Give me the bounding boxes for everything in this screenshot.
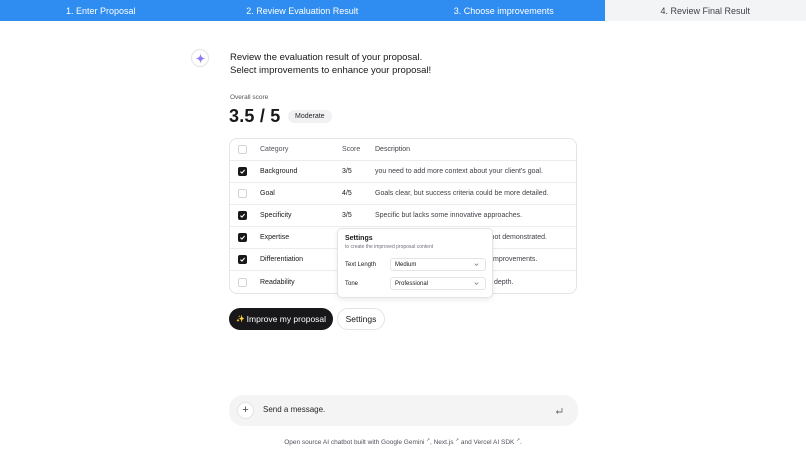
settings-title: Settings <box>345 235 373 242</box>
table-row[interactable]: Goal 4/5 Goals clear, but success criter… <box>230 183 576 205</box>
tone-label: Tone <box>345 281 359 287</box>
check-icon <box>240 235 246 240</box>
row-description: you need to add more context about your … <box>375 168 543 175</box>
select-all-checkbox[interactable] <box>238 145 247 154</box>
step-label: 3. Choose improvements <box>453 5 554 16</box>
row-category: Goal <box>260 190 275 197</box>
row-category: Background <box>260 168 298 175</box>
header-score: Score <box>342 146 361 153</box>
row-checkbox[interactable] <box>238 211 247 220</box>
header-category: Category <box>260 146 289 153</box>
footer-link-nextjs[interactable]: , Next.js <box>430 439 453 446</box>
improve-proposal-label: Improve my proposal <box>246 314 327 324</box>
footer-credits: Open source AI chatbot built with Google… <box>0 437 806 446</box>
tone-value: Professional <box>395 280 429 287</box>
footer-period: . <box>519 439 522 447</box>
table-row[interactable]: Background 3/5 you need to add more cont… <box>230 161 576 183</box>
intro-line-1: Review the evaluation result of your pro… <box>230 52 423 63</box>
intro-line-2: Select improvements to enhance your prop… <box>230 65 432 76</box>
sparkle-icon <box>194 52 206 64</box>
chevron-down-icon <box>474 263 479 266</box>
message-composer[interactable]: + Send a message. <box>229 395 578 426</box>
row-score: 3/5 <box>342 168 352 175</box>
message-input[interactable]: Send a message. <box>263 405 325 414</box>
step-enter-proposal[interactable]: 1. Enter Proposal <box>0 0 202 21</box>
row-category: Expertise <box>260 234 290 241</box>
row-category: Differentiation <box>260 256 304 263</box>
row-description: depth. <box>494 278 514 286</box>
row-checkbox[interactable] <box>238 233 247 242</box>
overall-score-label: Overall score <box>230 94 269 101</box>
row-description: Specific but lacks some innovative appro… <box>375 212 523 219</box>
table-row[interactable]: Specificity 3/5 Specific but lacks some … <box>230 205 576 227</box>
assistant-message: Review the evaluation result of your pro… <box>230 51 431 77</box>
chevron-down-icon <box>474 282 479 285</box>
footer-link-vercel[interactable]: and Vercel AI SDK <box>459 439 515 446</box>
check-icon <box>240 257 246 262</box>
step-review-evaluation[interactable]: 2. Review Evaluation Result <box>201 0 403 21</box>
row-checkbox[interactable] <box>238 189 247 198</box>
row-checkbox[interactable] <box>238 167 247 176</box>
row-checkbox[interactable] <box>238 277 247 287</box>
settings-button[interactable]: Settings <box>337 308 385 330</box>
assistant-avatar <box>191 49 209 67</box>
step-label: 1. Enter Proposal <box>65 5 136 16</box>
check-icon <box>240 169 246 174</box>
text-length-value: Medium <box>395 261 417 268</box>
overall-score-value: 3.5 / 5 <box>229 106 281 126</box>
row-category: Readability <box>260 278 295 286</box>
step-review-final[interactable]: 4. Review Final Result <box>604 0 806 21</box>
row-score: 3/5 <box>342 212 352 219</box>
row-description: mprovements. <box>493 256 538 263</box>
improve-proposal-button[interactable]: ✨ Improve my proposal <box>229 308 333 330</box>
settings-button-label: Settings <box>345 314 377 324</box>
tone-select[interactable]: Professional <box>390 277 486 290</box>
plus-icon[interactable]: + <box>237 402 254 419</box>
step-choose-improvements[interactable]: 3. Choose improvements <box>403 0 605 21</box>
sparkles-icon: ✨ <box>235 316 245 323</box>
row-checkbox[interactable] <box>238 255 247 264</box>
step-label: 4. Review Final Result <box>660 5 751 16</box>
table-header-row: Category Score Description <box>230 139 576 161</box>
score-rating-badge: Moderate <box>288 110 332 123</box>
check-icon <box>240 213 246 218</box>
row-score: 4/5 <box>342 190 352 197</box>
footer-text: Open source AI chatbot built with Google… <box>284 439 425 447</box>
enter-icon[interactable] <box>554 406 564 416</box>
step-label: 2. Review Evaluation Result <box>246 5 359 16</box>
text-length-label: Text Length <box>345 262 377 268</box>
header-description: Description <box>375 146 411 153</box>
settings-popover: Settings to create the improved proposal… <box>337 228 493 298</box>
progress-stepper: 1. Enter Proposal 2. Review Evaluation R… <box>0 0 806 21</box>
row-category: Specificity <box>260 212 292 219</box>
row-description: Goals clear, but success criteria could … <box>375 190 549 197</box>
text-length-select[interactable]: Medium <box>390 258 486 271</box>
settings-subtitle: to create the improved proposal content <box>345 244 434 250</box>
